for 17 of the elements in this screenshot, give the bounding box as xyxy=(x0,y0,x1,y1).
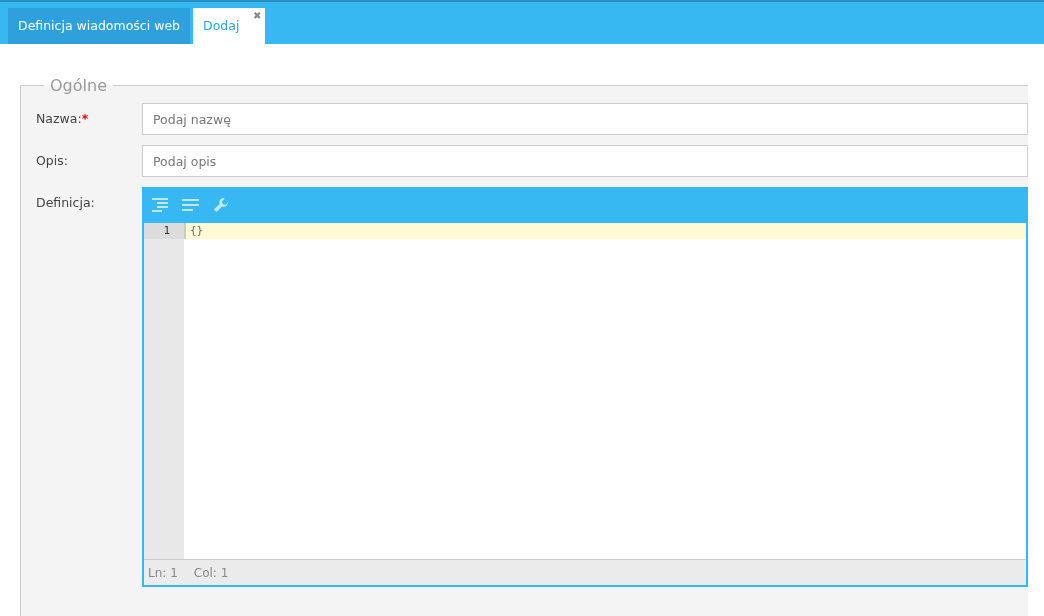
indent-icon[interactable] xyxy=(152,197,170,213)
tab[interactable]: Dodaj ✖ xyxy=(193,8,266,44)
required-mark: * xyxy=(81,111,89,126)
input-field[interactable]: Podaj opis xyxy=(142,145,1028,177)
field-label: Definicja: xyxy=(36,194,96,212)
status-text: Col: 1 xyxy=(193,565,229,580)
wrench-icon[interactable] xyxy=(212,197,230,213)
code-editor[interactable]: 1 {} Ln: 1 Col: 1 xyxy=(142,187,1028,587)
close-icon[interactable]: ✖ xyxy=(252,10,262,22)
field-label: Nazwa:* xyxy=(36,110,90,128)
status-text: Ln: 1 xyxy=(148,565,178,580)
align-left-icon[interactable] xyxy=(182,197,200,213)
line-number: 1 xyxy=(144,223,184,239)
input-field[interactable]: Podaj nazwę xyxy=(142,103,1028,135)
section-title: Ogólne xyxy=(49,76,108,95)
field-label: Opis: xyxy=(36,152,69,170)
tab[interactable]: Definicja wiadomości web xyxy=(8,8,190,44)
